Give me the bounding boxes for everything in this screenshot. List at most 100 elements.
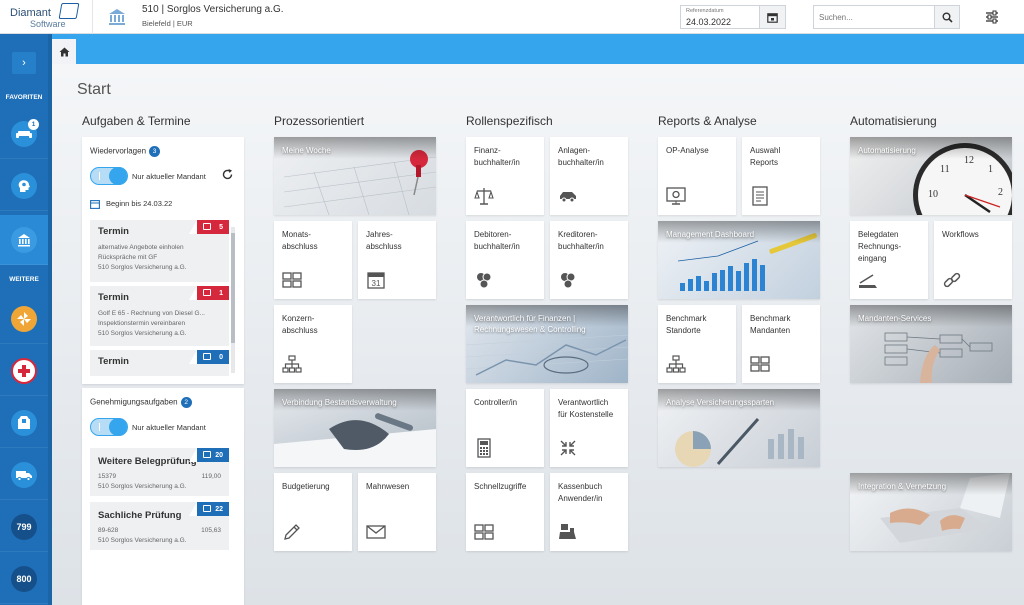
reference-date-value[interactable]: 24.03.2022 <box>686 17 731 27</box>
sidebar-item-head[interactable] <box>0 161 48 211</box>
tile-benchmark-standorte[interactable]: Benchmark Standorte <box>658 305 736 383</box>
favorite-badge: 1 <box>28 119 39 130</box>
favoriten-label: FAVORITEN <box>5 94 43 101</box>
tile-op-analyse[interactable]: OP-Analyse <box>658 137 736 215</box>
tile-verantwortlich-finanzen[interactable]: Verantwortlich für Finanzen | Rechnungsw… <box>466 305 628 383</box>
calendar-icon <box>203 451 211 458</box>
current-mandant-toggle[interactable] <box>90 418 128 436</box>
users-icon <box>477 272 492 289</box>
head-idea-icon <box>11 172 37 199</box>
svg-text:31: 31 <box>372 279 381 288</box>
scales-icon <box>474 188 494 205</box>
tab-bar <box>52 34 1024 64</box>
refresh-icon[interactable] <box>222 169 233 180</box>
tile-budgetierung[interactable]: Budgetierung <box>274 473 352 551</box>
search-input[interactable] <box>814 6 936 28</box>
diamant-logo[interactable]: Diamant Software <box>8 3 80 31</box>
task-item[interactable]: Termin 0 <box>90 350 229 376</box>
task-count-flag: 1 <box>189 286 229 300</box>
task-count-flag: 20 <box>189 448 229 462</box>
home-icon <box>59 47 69 56</box>
tile-belegdaten[interactable]: Belegdaten Rechnungs- eingang <box>850 221 928 299</box>
calendar-icon <box>203 353 211 360</box>
calendar-icon[interactable] <box>759 6 785 28</box>
toggle-label: Nur aktueller Mandant <box>132 423 206 432</box>
genehmigung-title: Genehmigungsaufgaben <box>90 397 178 407</box>
sidebar-item-truck[interactable] <box>0 450 48 500</box>
tile-jahresabschluss[interactable]: Jahres- abschluss 31 <box>358 221 436 299</box>
tile-integration-vernetzung[interactable]: Integration & Vernetzung <box>850 473 1012 551</box>
date-filter[interactable]: Beginn bis 24.03.22 <box>90 199 172 209</box>
search-icon[interactable] <box>934 6 959 28</box>
tile-controller[interactable]: Controller/in <box>466 389 544 467</box>
task-item[interactable]: Termin 5 alternative Angebote einholen R… <box>90 220 229 282</box>
sidebar-item-799[interactable]: 799 <box>0 502 48 552</box>
reference-date-field[interactable]: Referenzdatum 24.03.2022 <box>680 5 786 29</box>
tile-kostenstelle[interactable]: Verantwortlich für Kostenstelle <box>550 389 628 467</box>
pencil-icon <box>284 524 300 540</box>
svg-text:11: 11 <box>940 164 950 175</box>
tile-automatisierung[interactable]: Automatisierung 11 12 1 10 2 <box>850 137 1012 215</box>
svg-text:12: 12 <box>964 155 974 166</box>
date-filter-label: Beginn bis 24.03.22 <box>106 199 173 208</box>
svg-text:1: 1 <box>988 164 993 175</box>
wiedervorlagen-title: Wiedervorlagen <box>90 146 147 156</box>
wiedervorlagen-count: 3 <box>149 146 161 157</box>
grid-icon <box>474 524 494 540</box>
expand-sidebar-button[interactable]: › <box>12 52 36 74</box>
bank-icon <box>11 226 37 253</box>
task-count-flag: 22 <box>189 502 229 516</box>
sidebar-item-box[interactable] <box>0 398 48 448</box>
tile-management-dashboard[interactable]: Management Dashboard <box>658 221 820 299</box>
scrollbar[interactable] <box>231 227 235 373</box>
tile-mandanten-services[interactable]: Mandanten-Services <box>850 305 1012 383</box>
page-title: Start <box>77 81 111 98</box>
column-title-prozess: Prozessorientiert <box>274 114 365 128</box>
sidebar-item-sofa[interactable]: 1 <box>0 109 48 159</box>
grid-icon <box>282 272 302 288</box>
tile-workflows[interactable]: Workflows <box>934 221 1012 299</box>
sliders-settings-icon[interactable] <box>984 9 1000 25</box>
tile-kreditorenbuchhalter[interactable]: Kreditoren- buchhalter/in <box>550 221 628 299</box>
tile-konzernabschluss[interactable]: Konzern- abschluss <box>274 305 352 383</box>
link-icon <box>943 272 961 288</box>
task-count-flag: 5 <box>189 220 229 234</box>
sidebar-item-pinwheel[interactable] <box>0 294 48 344</box>
tab-home[interactable] <box>52 39 76 64</box>
task-item[interactable]: Termin 1 Golf E 65 - Rechnung von Diesel… <box>90 286 229 346</box>
tile-debitorenbuchhalter[interactable]: Debitoren- buchhalter/in <box>466 221 544 299</box>
tile-monatsabschluss[interactable]: Monats- abschluss <box>274 221 352 299</box>
task-count-flag: 0 <box>189 350 229 364</box>
current-mandant-toggle[interactable] <box>90 167 128 185</box>
tile-mahnwesen[interactable]: Mahnwesen <box>358 473 436 551</box>
truck-icon <box>11 461 37 488</box>
org-chart-icon <box>282 355 302 373</box>
column-title-aufgaben: Aufgaben & Termine <box>82 114 191 128</box>
tile-kassenbuch[interactable]: Kassenbuch Anwender/in <box>550 473 628 551</box>
sidebar-item-800[interactable]: 800 <box>0 554 48 604</box>
tile-anlagenbuchhalter[interactable]: Anlagen- buchhalter/in <box>550 137 628 215</box>
search-box[interactable] <box>813 5 960 29</box>
toggle-label: Nur aktueller Mandant <box>132 172 206 181</box>
scanner-icon <box>859 274 877 288</box>
mandant-subtitle: Bielefeld | EUR <box>142 19 193 28</box>
main-content: Start Aufgaben & Termine Prozessorientie… <box>52 64 1024 605</box>
mandant-title[interactable]: 510 | Sorglos Versicherung a.G. <box>142 4 284 15</box>
tile-meine-woche[interactable]: Meine Woche <box>274 137 436 215</box>
tile-bestandsverwaltung[interactable]: Verbindung Bestandsverwaltung <box>274 389 436 467</box>
tile-schnellzugriffe[interactable]: Schnellzugriffe <box>466 473 544 551</box>
calculator-icon <box>477 438 491 458</box>
tile-analyse-versicherungssparten[interactable]: Analyse Versicherungssparten <box>658 389 820 467</box>
sidebar-item-medical[interactable] <box>0 346 48 396</box>
tile-benchmark-mandanten[interactable]: Benchmark Mandanten <box>742 305 820 383</box>
approval-item[interactable]: Sachliche Prüfung 22 89-628 105,63 510 S… <box>90 502 229 550</box>
calendar-31-icon: 31 <box>367 272 385 289</box>
sidebar-item-bank[interactable] <box>0 215 48 265</box>
tile-auswahl-reports[interactable]: Auswahl Reports <box>742 137 820 215</box>
wiedervorlagen-panel: Wiedervorlagen 3 Nur aktueller Mandant Be… <box>82 137 244 384</box>
approval-item[interactable]: Weitere Belegprüfung 20 15379 119,00 510… <box>90 448 229 496</box>
genehmigung-panel: Genehmigungsaufgaben 2 Nur aktueller Mand… <box>82 388 244 605</box>
tile-finanzbuchhalter[interactable]: Finanz- buchhalter/in <box>466 137 544 215</box>
column-title-rollen: Rollenspezifisch <box>466 114 553 128</box>
column-title-auto: Automatisierung <box>850 114 937 128</box>
